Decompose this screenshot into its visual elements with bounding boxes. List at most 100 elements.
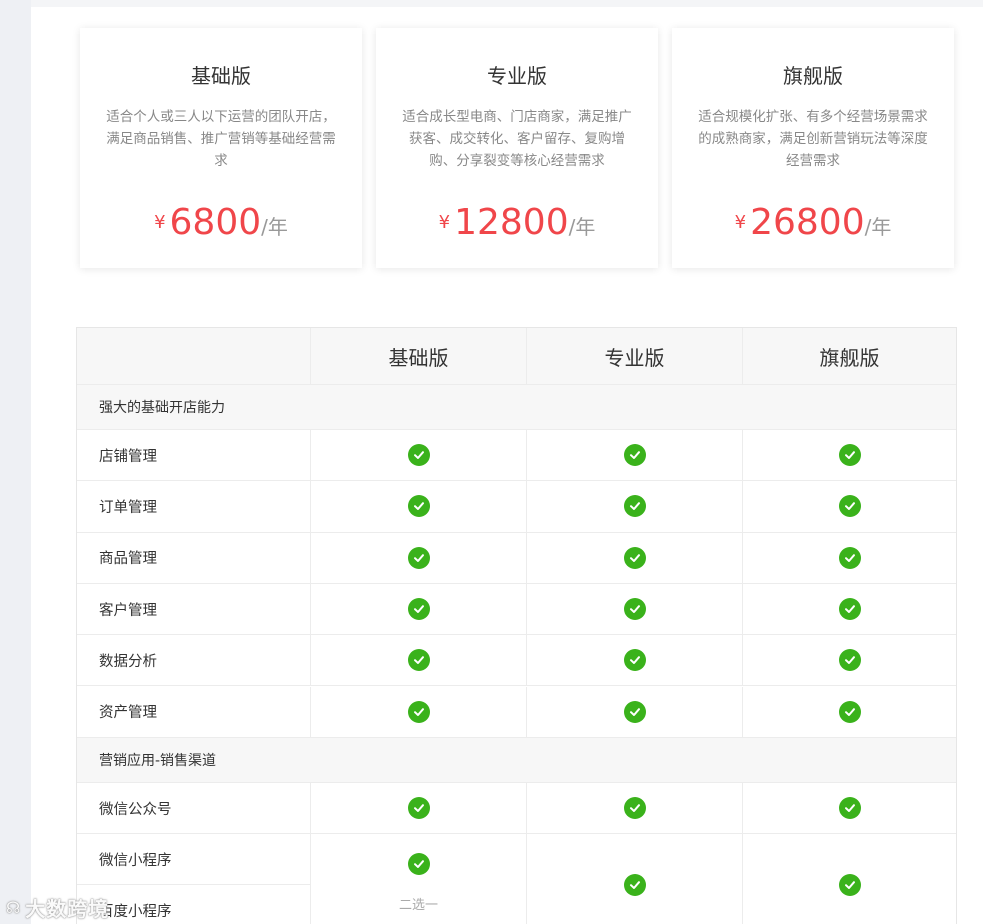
check-icon (407, 598, 430, 621)
feature-label: 资产管理 (77, 686, 311, 737)
check-icon (838, 700, 861, 723)
check-cell (527, 783, 743, 833)
check-cell (527, 430, 743, 481)
check-icon (407, 649, 430, 672)
check-icon (838, 444, 861, 467)
check-cell (311, 583, 527, 635)
check-cell (743, 687, 956, 737)
price-amount: 26800 (750, 202, 865, 243)
check-cell (311, 430, 527, 481)
plan-description: 适合成长型电商、门店商家，满足推广获客、成交转化、客户留存、复购增购、分享裂变等… (402, 109, 632, 169)
check-icon (623, 874, 646, 896)
header-pro: 专业版 (527, 328, 743, 384)
feature-comparison-table: 基础版 专业版 旗舰版 强大的基础开店能力 店铺管理 订单管理 商品管理 客户管理 数据… (76, 327, 957, 924)
plan-price: ¥12800/年 (376, 202, 658, 243)
table-row: 商品管理 (77, 532, 956, 584)
feature-label: 商品管理 (77, 532, 311, 583)
check-icon (407, 444, 430, 467)
currency-symbol: ¥ (438, 212, 451, 233)
check-cell (743, 635, 956, 685)
table-row: 订单管理 (77, 481, 956, 533)
plan-title: 基础版 (191, 64, 251, 88)
feature-label: 客户管理 (77, 583, 311, 635)
check-icon (623, 598, 646, 621)
check-cell (527, 481, 743, 532)
plan-card-pro[interactable]: 专业版 适合成长型电商、门店商家，满足推广获客、成交转化、客户留存、复购增购、分… (376, 28, 658, 268)
plan-description: 适合个人或三人以下运营的团队开店，满足商品销售、推广营销等基础经营需求 (106, 109, 336, 169)
plan-price: ¥26800/年 (672, 202, 954, 243)
table-row: 微信公众号 (77, 783, 956, 834)
table-row: 微信小程序 (77, 834, 311, 885)
watermark: ☊ 大数跨境 (6, 893, 109, 922)
table-row: 数据分析 (77, 635, 956, 687)
check-icon (407, 853, 430, 875)
plan-cards: 基础版 适合个人或三人以下运营的团队开店，满足商品销售、推广营销等基础经营需求 … (80, 28, 954, 268)
price-unit: /年 (568, 215, 596, 239)
check-icon (407, 495, 430, 518)
left-rail (0, 0, 31, 924)
plan-title: 旗舰版 (783, 64, 843, 88)
currency-symbol: ¥ (734, 212, 747, 233)
check-icon (838, 649, 861, 672)
section-title: 营销应用-销售渠道 (99, 753, 217, 769)
check-cell (311, 481, 527, 532)
merged-check-cell-flagship (743, 834, 956, 924)
price-unit: /年 (864, 215, 892, 239)
merged-check-cell-basic: 二选一 (311, 834, 527, 924)
check-icon (623, 444, 646, 467)
check-cell (527, 635, 743, 686)
table-row: 店铺管理 (77, 430, 956, 482)
price-unit: /年 (261, 215, 288, 239)
price-amount: 12800 (454, 202, 569, 243)
currency-symbol: ¥ (154, 212, 166, 233)
check-cell (743, 430, 956, 480)
choose-one-note: 二选一 (398, 898, 438, 913)
check-icon (623, 546, 646, 569)
section-title: 强大的基础开店能力 (99, 400, 225, 416)
check-cell (743, 584, 956, 634)
check-cell (311, 783, 527, 833)
check-icon (407, 700, 430, 723)
merged-check-cell-pro (527, 834, 743, 924)
check-icon (407, 546, 430, 569)
check-cell (311, 635, 527, 686)
check-cell (311, 686, 527, 737)
header-flagship: 旗舰版 (819, 345, 880, 370)
check-cell (743, 783, 956, 833)
watermark-logo-icon: ☊ (6, 898, 22, 917)
check-icon (838, 598, 861, 621)
plan-card-basic[interactable]: 基础版 适合个人或三人以下运营的团队开店，满足商品销售、推广营销等基础经营需求 … (80, 28, 362, 268)
price-amount: 6800 (169, 202, 262, 243)
check-icon (407, 797, 430, 819)
feature-label: 百度小程序 (77, 885, 311, 924)
plan-price: ¥6800/年 (80, 202, 362, 243)
check-cell (743, 481, 956, 531)
check-icon (623, 700, 646, 723)
check-cell (527, 532, 743, 583)
plan-title: 专业版 (487, 64, 547, 88)
watermark-text: 大数跨境 (25, 897, 110, 921)
check-icon (838, 495, 861, 518)
plan-card-flagship[interactable]: 旗舰版 适合规模化扩张、有多个经营场景需求的成熟商家，满足创新营销玩法等深度经营… (672, 28, 954, 268)
feature-label: 微信小程序 (77, 834, 311, 884)
feature-label: 数据分析 (77, 635, 311, 686)
check-cell (743, 533, 956, 583)
header-basic: 基础版 (311, 328, 527, 384)
check-icon (623, 649, 646, 672)
feature-label: 店铺管理 (77, 430, 311, 481)
table-row: 客户管理 (77, 583, 956, 636)
table-header-row: 基础版 专业版 旗舰版 (77, 327, 956, 385)
check-icon (838, 797, 861, 819)
check-icon (838, 546, 861, 569)
feature-label: 订单管理 (77, 481, 311, 532)
table-row: 资产管理 (77, 686, 956, 738)
section-row-marketing-channels: 营销应用-销售渠道 (77, 738, 956, 783)
section-row-basic-capabilities: 强大的基础开店能力 (77, 385, 956, 430)
top-divider (31, 0, 983, 7)
plan-description: 适合规模化扩张、有多个经营场景需求的成熟商家，满足创新营销玩法等深度经营需求 (698, 109, 928, 169)
check-cell (527, 686, 743, 737)
check-cell (311, 532, 527, 583)
check-icon (838, 874, 861, 896)
table-row: 百度小程序 (77, 885, 311, 924)
feature-label: 微信公众号 (77, 783, 311, 833)
